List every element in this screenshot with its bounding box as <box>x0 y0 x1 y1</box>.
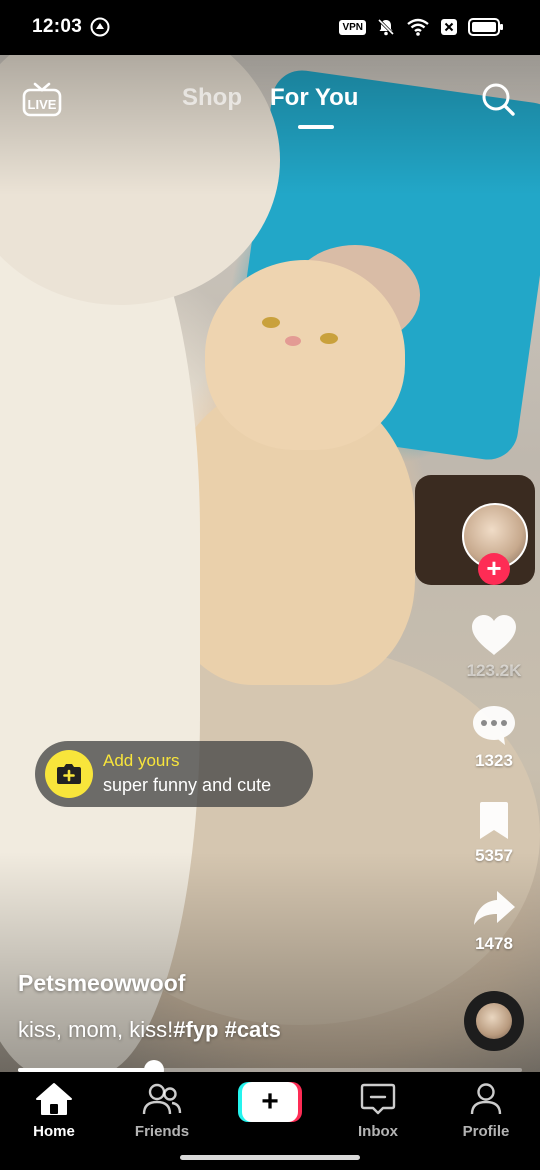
wifi-icon <box>407 18 429 36</box>
home-indicator <box>180 1155 360 1160</box>
follow-button[interactable]: + <box>478 553 510 585</box>
caption-hashtags[interactable]: #fyp #cats <box>173 1017 281 1042</box>
profile-icon <box>470 1083 502 1115</box>
comment-button[interactable]: 1323 <box>454 703 534 771</box>
search-icon[interactable] <box>480 81 516 117</box>
like-count: 123.2K <box>466 661 522 680</box>
nav-friends[interactable]: Friends <box>112 1082 212 1140</box>
nav-inbox[interactable]: Inbox <box>328 1082 428 1140</box>
video-cat-head <box>205 260 405 450</box>
video-caption[interactable]: kiss, mom, kiss!#fyp #cats <box>18 1017 281 1043</box>
camera-plus-icon <box>57 764 81 784</box>
notification-app-icon <box>90 17 110 37</box>
battery-icon <box>468 18 503 36</box>
sound-disc-thumbnail <box>476 1003 512 1039</box>
save-count: 5357 <box>475 846 513 865</box>
nav-home[interactable]: Home <box>4 1082 104 1140</box>
video-cat-eye <box>262 317 280 328</box>
comment-icon <box>473 706 515 745</box>
tab-shop[interactable]: Shop <box>182 84 242 112</box>
share-count: 1478 <box>475 934 513 953</box>
top-tabs: Shop For You <box>182 84 358 112</box>
mute-icon <box>377 18 395 36</box>
creator-username[interactable]: Petsmeowwoof <box>18 970 185 997</box>
share-arrow-icon <box>474 891 515 925</box>
status-time: 12:03 <box>32 16 83 37</box>
vpn-icon: VPN <box>339 19 366 35</box>
add-yours-title: Add yours <box>103 751 180 770</box>
nav-friends-label: Friends <box>134 1123 190 1140</box>
nav-profile-label: Profile <box>462 1123 510 1140</box>
bookmark-button[interactable]: 5357 <box>454 800 534 866</box>
video-cat-eye <box>320 333 338 344</box>
inbox-icon <box>360 1083 396 1115</box>
create-plus-icon: + <box>242 1082 298 1122</box>
create-button[interactable]: + <box>238 1082 302 1122</box>
nav-inbox-label: Inbox <box>358 1123 398 1140</box>
bookmark-icon <box>480 802 508 839</box>
add-yours-prompt: super funny and cute <box>103 775 272 795</box>
sound-disc[interactable] <box>464 991 524 1051</box>
live-tv-icon[interactable]: LIVE <box>22 82 62 118</box>
add-yours-sticker[interactable]: Add yours super funny and cute <box>35 741 313 807</box>
share-button[interactable]: 1478 <box>454 888 534 954</box>
caption-text: kiss, mom, kiss! <box>18 1017 174 1042</box>
friends-icon <box>142 1083 182 1115</box>
svg-text:LIVE: LIVE <box>28 97 57 112</box>
status-bar: 12:03 VPN <box>0 0 540 55</box>
nav-profile[interactable]: Profile <box>436 1082 536 1140</box>
add-yours-icon <box>45 750 93 798</box>
active-tab-indicator <box>298 125 334 129</box>
video-cat-nose <box>285 336 301 346</box>
heart-icon <box>472 615 516 655</box>
sim-x-icon <box>441 19 457 35</box>
video-shade-top <box>0 55 540 195</box>
status-icons: VPN <box>339 16 504 38</box>
nav-home-label: Home <box>33 1123 75 1140</box>
home-icon <box>36 1083 72 1115</box>
comment-count: 1323 <box>475 751 513 770</box>
like-button[interactable]: 123.2K <box>454 613 534 681</box>
tab-for-you[interactable]: For You <box>270 84 358 112</box>
